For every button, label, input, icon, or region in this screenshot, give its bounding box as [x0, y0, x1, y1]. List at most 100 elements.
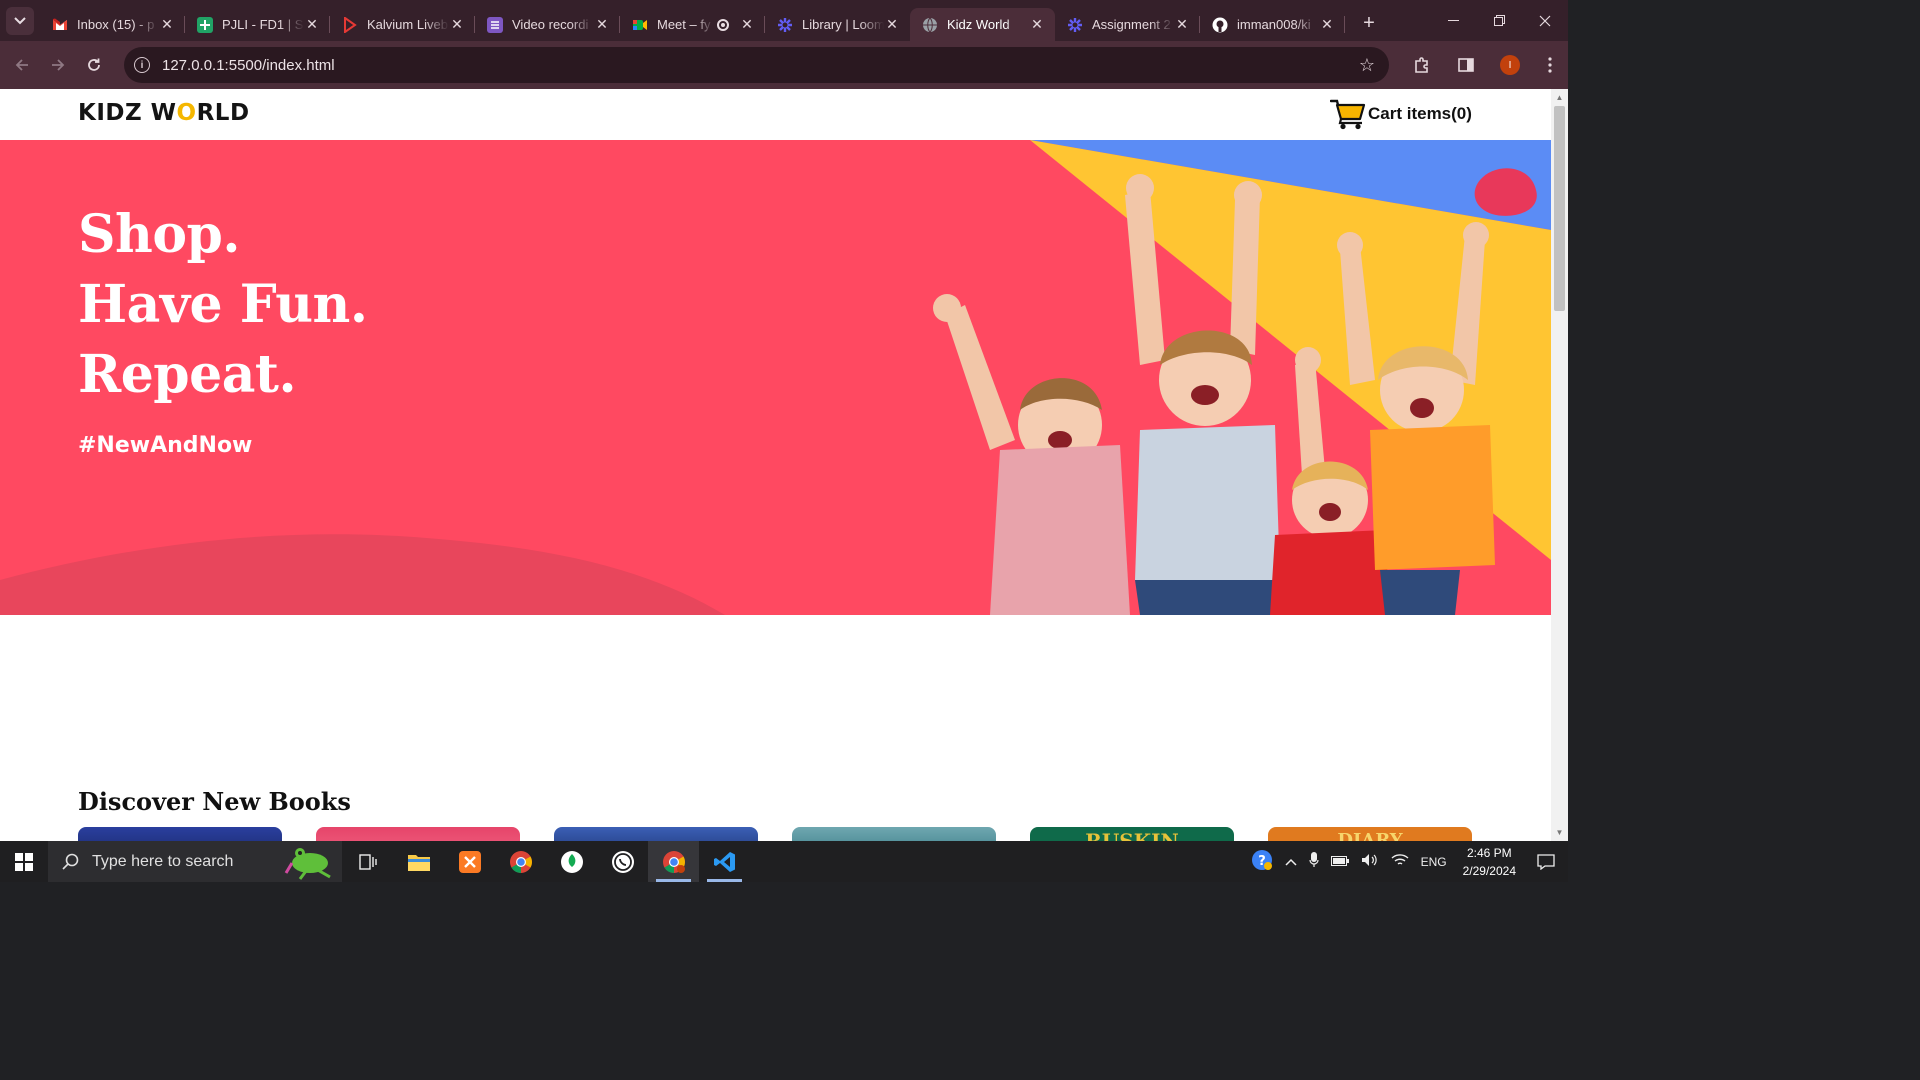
profile-button[interactable]: I	[1488, 55, 1532, 75]
arrow-left-icon	[15, 59, 28, 71]
section-title: Discover New Books	[78, 787, 351, 816]
tab-title: Kidz World	[947, 17, 1010, 32]
browser-tab[interactable]: Inbox (15) - p ✕	[40, 8, 185, 41]
loom-icon	[777, 17, 793, 33]
tab-close-icon[interactable]: ✕	[884, 16, 900, 33]
taskbar-whatsapp[interactable]	[597, 841, 648, 882]
back-button[interactable]	[4, 47, 40, 83]
battery-icon[interactable]	[1330, 854, 1349, 869]
hero-headline-line-2: Have Fun.	[78, 274, 368, 335]
taskbar-chrome-active[interactable]	[648, 841, 699, 882]
tab-title: Meet – fy	[657, 17, 711, 32]
taskbar-search[interactable]: Type here to search	[48, 841, 342, 882]
help-icon[interactable]: ?	[1251, 849, 1273, 874]
tab-close-icon[interactable]: ✕	[449, 16, 465, 33]
minimize-icon	[1447, 19, 1459, 21]
vscode-icon	[713, 851, 735, 872]
new-tab-button[interactable]: +	[1355, 10, 1383, 38]
task-view-button[interactable]	[342, 841, 393, 882]
tab-close-icon[interactable]: ✕	[304, 16, 320, 33]
tab-close-icon[interactable]: ✕	[1319, 16, 1335, 33]
taskbar-mongodb-compass[interactable]	[546, 841, 597, 882]
clock-time: 2:46 PM	[1466, 845, 1512, 860]
browser-tab[interactable]: Library | Loom ✕	[765, 8, 910, 41]
tab-close-icon[interactable]: ✕	[1029, 16, 1045, 33]
book-card[interactable]	[78, 827, 282, 841]
url-text[interactable]: 127.0.0.1:5500/index.html	[162, 57, 335, 74]
notifications-button[interactable]	[1524, 841, 1568, 882]
tab-close-icon[interactable]: ✕	[159, 16, 175, 33]
search-placeholder[interactable]: Type here to search	[92, 853, 233, 871]
clock[interactable]: 2:46 PM 2/29/2024	[1463, 844, 1516, 880]
site-info-icon[interactable]: i	[134, 57, 150, 73]
browser-tab[interactable]: Kalvium Liveb ✕	[330, 8, 475, 41]
bookmark-star-icon[interactable]: ☆	[1359, 55, 1375, 76]
language-indicator[interactable]: ENG	[1421, 855, 1447, 869]
side-panel-icon	[1458, 58, 1474, 72]
tab-close-icon[interactable]: ✕	[594, 16, 610, 33]
close-window-button[interactable]	[1522, 0, 1568, 41]
tab-separator	[1344, 16, 1345, 33]
book-card[interactable]: DIARY	[1268, 827, 1472, 841]
book-cover-text: RUSKIN	[1085, 829, 1179, 841]
cart-items-label[interactable]: Cart items(0)	[1368, 104, 1472, 124]
browser-tab[interactable]: Assignment 2 ✕	[1055, 8, 1200, 41]
site-logo[interactable]: KIDZ WORLD	[78, 100, 250, 126]
book-card[interactable]	[792, 827, 996, 841]
taskbar-vscode[interactable]	[699, 841, 750, 882]
windows-logo-icon	[15, 852, 33, 871]
side-panel-button[interactable]	[1444, 57, 1488, 73]
wifi-icon[interactable]	[1391, 853, 1409, 870]
book-card[interactable]	[554, 827, 758, 841]
tab-close-icon[interactable]: ✕	[1174, 16, 1190, 33]
browser-tab[interactable]: imman008/ki ✕	[1200, 8, 1345, 41]
book-card[interactable]	[316, 827, 520, 841]
restore-button[interactable]	[1476, 0, 1522, 41]
puzzle-icon	[1415, 57, 1428, 73]
page-scrollbar[interactable]: ▲ ▼	[1551, 89, 1568, 841]
browser-tab[interactable]: Video recordi ✕	[475, 8, 620, 41]
notification-icon	[1537, 853, 1555, 870]
arrow-right-icon	[52, 59, 65, 71]
tab-close-icon[interactable]: ✕	[739, 16, 755, 33]
chevron-up-icon[interactable]	[1285, 854, 1297, 869]
chrome-icon	[662, 850, 685, 873]
whatsapp-icon	[611, 850, 634, 873]
forward-button[interactable]	[40, 47, 76, 83]
minimize-button[interactable]	[1430, 0, 1476, 41]
taskbar-chrome[interactable]	[495, 841, 546, 882]
loom-icon	[1067, 17, 1083, 33]
gmail-icon	[52, 17, 68, 33]
scroll-down-arrow[interactable]: ▼	[1551, 824, 1568, 841]
xampp-icon	[458, 850, 481, 873]
hero-banner: Shop. Have Fun. Repeat. #NewAndNow	[0, 140, 1551, 615]
window-controls	[1430, 0, 1568, 41]
microphone-icon[interactable]	[1308, 852, 1319, 871]
start-button[interactable]	[0, 841, 48, 882]
browser-tab[interactable]: Meet – fy ✕	[620, 8, 765, 41]
browser-tab[interactable]: PJLI - FD1 | Sc ✕	[185, 8, 330, 41]
scrollbar-thumb[interactable]	[1554, 106, 1565, 311]
taskbar-xampp[interactable]	[444, 841, 495, 882]
browser-toolbar: i 127.0.0.1:5500/index.html ☆ I	[0, 41, 1568, 89]
tab-search-button[interactable]	[6, 6, 34, 35]
volume-icon[interactable]	[1361, 853, 1379, 870]
hero-headline-line-3: Repeat.	[78, 344, 297, 405]
browser-tab[interactable]: Kidz World ✕	[910, 8, 1055, 41]
sheets-icon	[197, 16, 213, 33]
hero-hashtag: #NewAndNow	[78, 433, 253, 458]
globe-icon	[922, 17, 938, 33]
book-card[interactable]: RUSKIN	[1030, 827, 1234, 841]
reload-button[interactable]	[76, 47, 112, 83]
taskbar-file-explorer[interactable]	[393, 841, 444, 882]
menu-button[interactable]	[1532, 57, 1568, 73]
tab-title: Assignment 2	[1092, 17, 1171, 32]
extensions-button[interactable]	[1400, 56, 1444, 74]
address-bar[interactable]: i 127.0.0.1:5500/index.html ☆	[124, 47, 1389, 83]
system-tray: ? ENG 2:46 PM 2/29/2024	[1245, 841, 1568, 882]
kebab-menu-icon	[1548, 57, 1552, 73]
tab-title: PJLI - FD1 | Sc	[222, 17, 304, 32]
cart-link[interactable]: Cart items(0)	[1330, 98, 1472, 130]
shopping-cart-icon	[1330, 99, 1366, 130]
scroll-up-arrow[interactable]: ▲	[1551, 89, 1568, 106]
